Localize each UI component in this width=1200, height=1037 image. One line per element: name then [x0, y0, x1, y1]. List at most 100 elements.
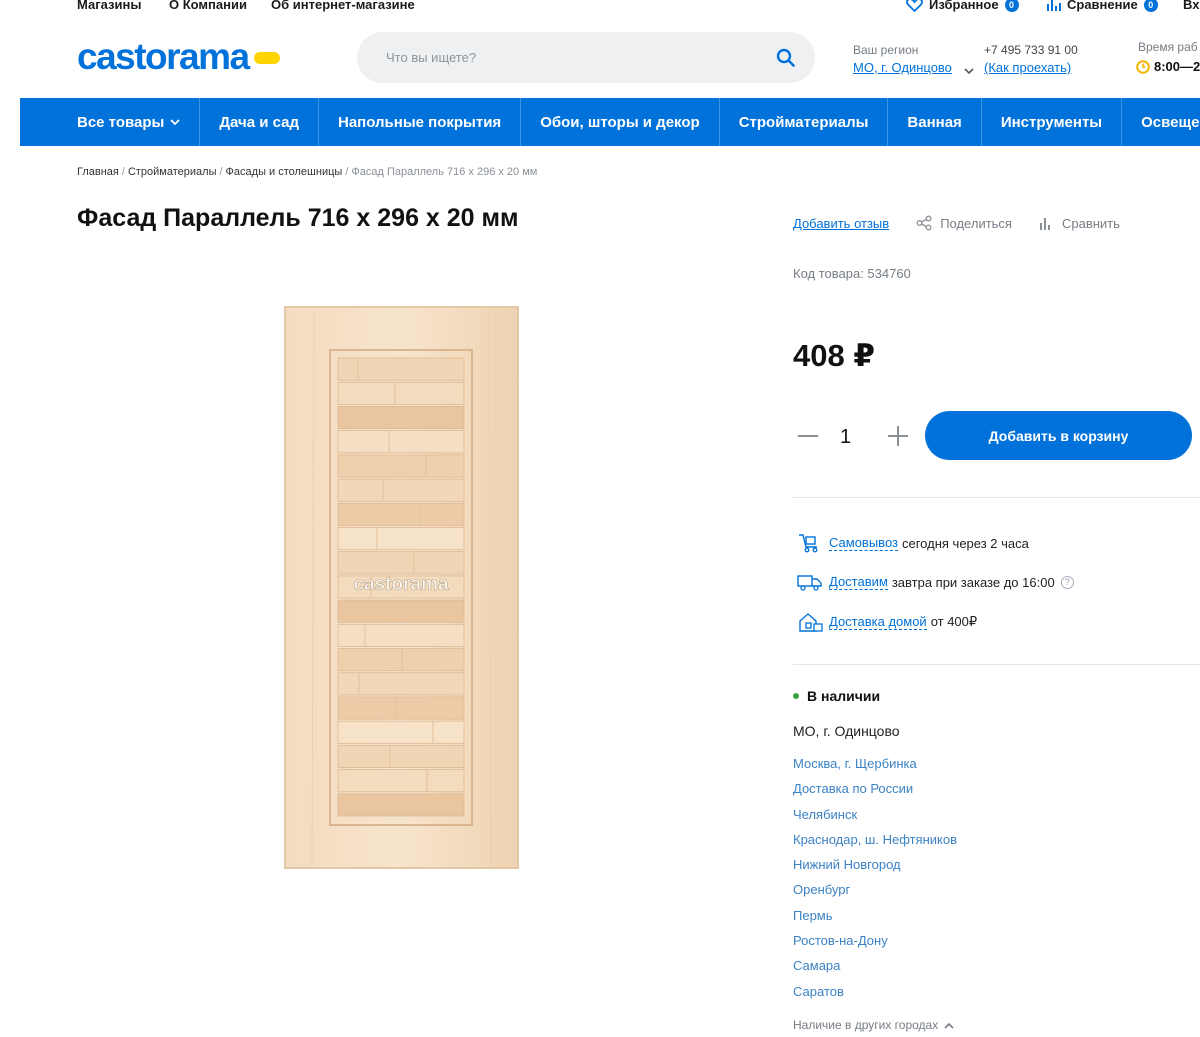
nav-label: Все товары — [77, 113, 165, 131]
phone-number[interactable]: +7 495 733 91 00 — [984, 43, 1078, 57]
bar-chart-icon — [1047, 0, 1061, 11]
about-shop-link[interactable]: Об интернет-магазине — [271, 0, 415, 12]
share-icon — [916, 215, 932, 231]
in-stock-dot — [793, 693, 799, 699]
divider — [793, 497, 1200, 498]
add-to-cart-button[interactable]: Добавить в корзину — [925, 411, 1192, 460]
pickup-icon — [799, 534, 818, 553]
city-link[interactable]: Нижний Новгород — [793, 857, 957, 882]
chevron-up-icon — [944, 1022, 954, 1029]
product-price: 408 ₽ — [793, 338, 875, 373]
availability-status: В наличии — [793, 688, 880, 704]
page-title: Фасад Параллель 716 x 296 x 20 мм — [77, 204, 519, 232]
favorites-link[interactable]: Избранное 0 — [906, 0, 1019, 12]
nav-building-materials[interactable]: Стройматериалы — [720, 98, 889, 146]
nav-flooring[interactable]: Напольные покрытия — [319, 98, 522, 146]
product-actions: Добавить отзыв Поделиться Сравнить — [793, 215, 1120, 231]
other-cities-label: Наличие в других городах — [793, 1018, 939, 1032]
compare-button[interactable]: Сравнить — [1039, 216, 1120, 231]
wood-slat — [337, 527, 465, 551]
about-link[interactable]: О Компании — [169, 0, 247, 12]
compare-label: Сравнение — [1067, 0, 1138, 12]
compare-action-label: Сравнить — [1061, 215, 1120, 231]
compare-link[interactable]: Сравнение 0 — [1046, 0, 1158, 12]
home-delivery-link[interactable]: Доставка домой — [829, 614, 927, 630]
login-link[interactable]: Вх — [1183, 0, 1199, 12]
product-image[interactable]: castorama — [284, 306, 519, 869]
hours-caption: Время раб — [1138, 40, 1198, 54]
heart-icon — [906, 0, 923, 12]
quantity-value[interactable]: 1 — [840, 426, 851, 449]
stores-link[interactable]: Магазины — [77, 0, 141, 12]
logo-text: castorama — [77, 36, 250, 77]
delivery-option-pickup: Самовывоз сегодня через 2 часа — [797, 533, 1029, 553]
product-code: Код товара: 534760 — [793, 266, 911, 281]
main-navigation: Все товары Дача и сад Напольные покрытия… — [20, 98, 1200, 146]
city-link[interactable]: Доставка по России — [793, 781, 957, 806]
nav-bathroom[interactable]: Ванная — [888, 98, 982, 146]
other-cities-toggle[interactable]: Наличие в других городах — [793, 1018, 954, 1032]
wood-slat — [337, 672, 465, 696]
hours-text: 8:00—2 — [1154, 59, 1200, 74]
city-link[interactable]: Москва, г. Щербинка — [793, 756, 957, 781]
city-link[interactable]: Краснодар, ш. Нефтяников — [793, 832, 957, 857]
wood-slat — [337, 720, 465, 744]
favorites-label: Избранное — [929, 0, 999, 12]
breadcrumb-home[interactable]: Главная — [77, 166, 119, 178]
truck-icon — [797, 575, 822, 591]
minus-icon — [798, 435, 818, 437]
wood-slat — [337, 744, 465, 768]
castorama-logo[interactable]: castorama — [77, 38, 280, 75]
city-link[interactable]: Самара — [793, 958, 957, 983]
city-link[interactable]: Челябинск — [793, 807, 957, 832]
watermark-text: castorama — [353, 574, 448, 595]
city-link[interactable]: Саратов — [793, 984, 957, 1009]
city-list: Москва, г. Щербинка Доставка по России Ч… — [793, 756, 957, 1009]
wood-slat — [337, 381, 465, 405]
city-link[interactable]: Ростов-на-Дону — [793, 933, 957, 958]
nav-lighting[interactable]: Освещен — [1122, 98, 1200, 146]
delivery-option-courier: Доставим завтра при заказе до 16:00 ? — [797, 572, 1074, 592]
breadcrumb-building-materials[interactable]: Стройматериалы — [128, 166, 217, 178]
region-selector[interactable]: МО, г. Одинцово — [853, 60, 952, 75]
help-icon[interactable]: ? — [1060, 575, 1074, 589]
wood-slat — [337, 454, 465, 478]
compare-count-badge: 0 — [1143, 0, 1158, 12]
courier-delivery-link[interactable]: Доставим — [829, 574, 888, 590]
share-button[interactable]: Поделиться — [916, 215, 1012, 231]
wood-slat — [337, 648, 465, 672]
increase-quantity-button[interactable] — [883, 418, 913, 454]
breadcrumb-facades[interactable]: Фасады и столешницы — [226, 166, 343, 178]
favorites-count-badge: 0 — [1004, 0, 1019, 12]
home-delivery-text: от 400₽ — [930, 614, 978, 629]
chevron-down-icon[interactable] — [964, 62, 974, 80]
directions-link[interactable]: (Как проехать) — [984, 60, 1071, 75]
divider — [793, 664, 1200, 665]
nav-all-products[interactable]: Все товары — [20, 98, 201, 146]
top-utility-bar: Магазины О Компании Об интернет-магазине… — [0, 0, 1200, 14]
logo-yellow-dash — [253, 51, 280, 64]
wood-slat — [337, 623, 465, 647]
plus-icon — [888, 426, 908, 446]
wood-slat — [337, 357, 465, 381]
nav-wallpaper-decor[interactable]: Обои, шторы и декор — [521, 98, 720, 146]
add-review-link[interactable]: Добавить отзыв — [793, 216, 889, 231]
delivery-option-home: Доставка домой от 400₽ — [797, 612, 977, 632]
wood-slat — [337, 406, 465, 430]
search-icon[interactable] — [776, 48, 795, 72]
pickup-link[interactable]: Самовывоз — [829, 535, 898, 551]
availability-region: МО, г. Одинцово — [793, 723, 900, 739]
region-caption: Ваш регион — [853, 43, 919, 57]
decrease-quantity-button[interactable] — [793, 418, 823, 454]
search-input[interactable] — [386, 50, 746, 65]
nav-tools[interactable]: Инструменты — [982, 98, 1123, 146]
breadcrumb-current: Фасад Параллель 716 x 296 x 20 мм — [351, 166, 538, 178]
breadcrumb: Главная / Стройматериалы / Фасады и столешни… — [77, 166, 538, 178]
bar-chart-icon — [1039, 218, 1050, 230]
nav-dacha-sad[interactable]: Дача и сад — [200, 98, 319, 146]
city-link[interactable]: Пермь — [793, 908, 957, 933]
availability-label: В наличии — [807, 688, 881, 704]
wood-slat — [337, 769, 465, 793]
city-link[interactable]: Оренбург — [793, 882, 957, 907]
wood-slat — [337, 696, 465, 720]
